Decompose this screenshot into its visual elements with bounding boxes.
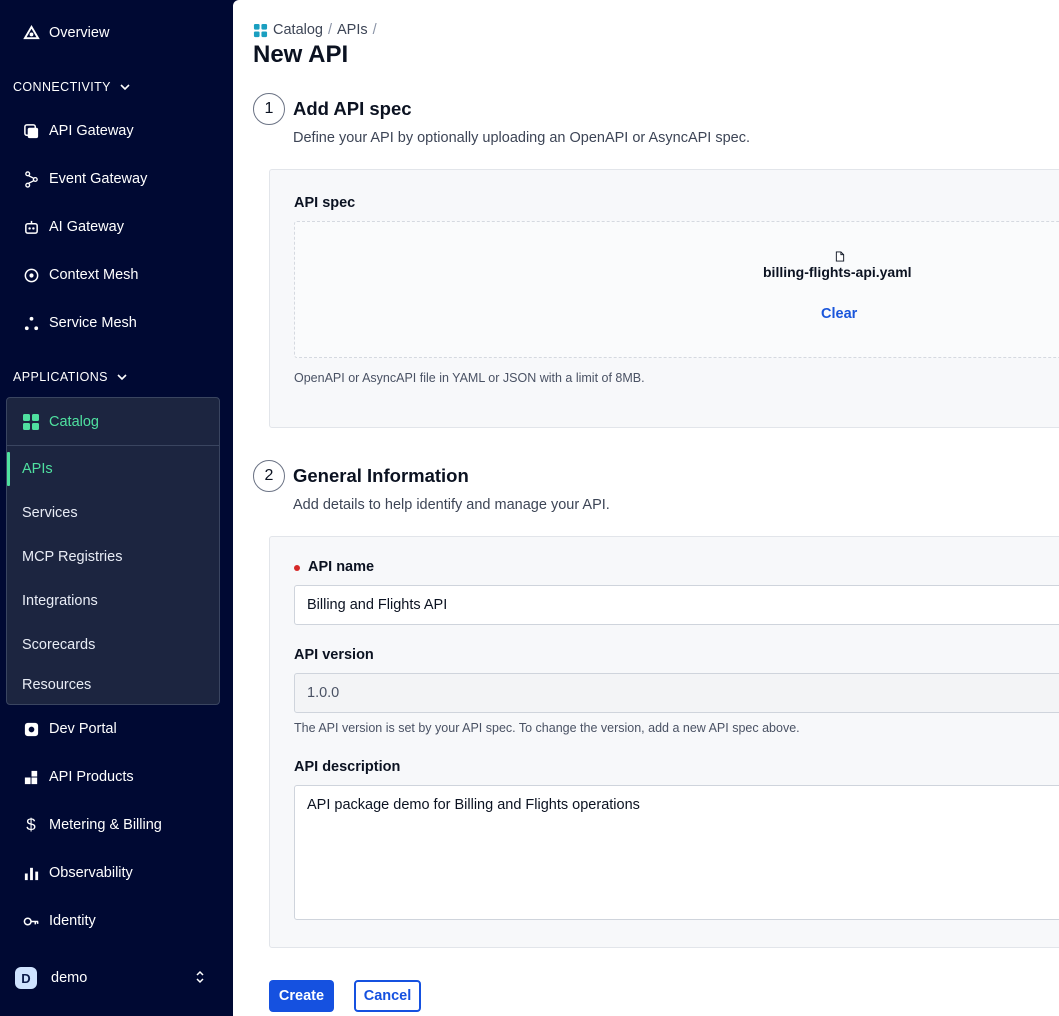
nav-item-api-products[interactable]: API Products [0, 753, 220, 801]
field-label: API name [308, 559, 375, 575]
page-title: New API [253, 41, 349, 68]
file-dropzone[interactable]: billing-flights-api.yaml Clear [294, 221, 1059, 358]
api-gateway-icon [22, 122, 40, 140]
avatar: D [15, 967, 37, 989]
step-number: 1 [253, 93, 285, 125]
catalog-icon [253, 23, 268, 37]
field-label: API version [294, 647, 374, 663]
help-text: OpenAPI or AsyncAPI file in YAML or JSON… [294, 371, 645, 385]
event-gateway-icon [22, 170, 40, 188]
nav-item-metering-billing[interactable]: $ Metering & Billing [0, 801, 220, 849]
sidebar: Overview CONNECTIVITY API Gateway Event … [0, 0, 233, 1016]
catalog-group: Catalog APIs Services MCP Registries Int… [6, 397, 220, 705]
create-button[interactable]: Create [269, 980, 334, 1012]
nav-label: Overview [49, 25, 110, 41]
nav-label: Identity [49, 913, 96, 929]
nav-item-event-gateway[interactable]: Event Gateway [0, 155, 220, 203]
breadcrumb-separator: / [327, 22, 333, 38]
sidebar-item-mcp-registries[interactable]: MCP Registries [7, 535, 219, 579]
api-name-input[interactable]: Billing and Flights API [294, 585, 1059, 625]
api-version-input: 1.0.0 [294, 673, 1059, 713]
step-number: 2 [253, 460, 285, 492]
step-title: Add API spec [293, 98, 412, 119]
chevron-up-down-icon [196, 970, 204, 984]
section-label: CONNECTIVITY [13, 80, 111, 94]
general-info-card: API name Billing and Flights API API ver… [269, 536, 1059, 948]
step-description: Define your API by optionally uploading … [293, 130, 751, 146]
bar-chart-icon [22, 864, 40, 882]
context-mesh-icon [22, 266, 40, 284]
sidebar-item-services[interactable]: Services [7, 491, 219, 535]
nav-label: API Products [49, 769, 134, 785]
main-content: Catalog / APIs / New API 1 Add API spec … [233, 0, 1059, 1016]
nav-item-overview[interactable]: Overview [0, 9, 220, 57]
section-applications-toggle[interactable]: APPLICATIONS [13, 370, 128, 384]
api-spec-card: API spec billing-flights-api.yaml Clear … [269, 169, 1059, 428]
nav-label: Context Mesh [49, 267, 139, 283]
section-connectivity-toggle[interactable]: CONNECTIVITY [13, 80, 131, 94]
chevron-down-icon [117, 374, 127, 381]
dev-portal-icon [22, 720, 40, 738]
dollar-icon: $ [26, 815, 36, 834]
section-label: APPLICATIONS [13, 370, 108, 384]
file-name: billing-flights-api.yaml [763, 264, 912, 280]
user-name: demo [51, 970, 88, 986]
nav-item-context-mesh[interactable]: Context Mesh [0, 251, 220, 299]
nav-item-service-mesh[interactable]: Service Mesh [0, 299, 220, 347]
chevron-down-icon [120, 84, 130, 91]
nav-label: Metering & Billing [49, 817, 162, 833]
required-indicator [294, 565, 300, 571]
field-label: API spec [294, 195, 356, 211]
field-label: API description [294, 759, 401, 775]
breadcrumb: Catalog / APIs / [253, 22, 382, 38]
nav-item-observability[interactable]: Observability [0, 849, 220, 897]
sidebar-item-scorecards[interactable]: Scorecards [7, 623, 219, 667]
ai-gateway-icon [22, 218, 40, 236]
cancel-button[interactable]: Cancel [354, 980, 421, 1012]
sidebar-item-resources[interactable]: Resources [7, 663, 219, 707]
clear-button[interactable]: Clear [821, 306, 857, 322]
nav-label: Observability [49, 865, 133, 881]
nav-item-dev-portal[interactable]: Dev Portal [0, 705, 220, 753]
nav-label: Event Gateway [49, 171, 148, 187]
nav-item-ai-gateway[interactable]: AI Gateway [0, 203, 220, 251]
breadcrumb-catalog-link[interactable]: Catalog [273, 22, 323, 38]
nav-label: API Gateway [49, 123, 134, 139]
help-text: The API version is set by your API spec.… [294, 721, 800, 735]
breadcrumb-apis-link[interactable]: APIs [337, 22, 368, 38]
api-products-icon [22, 768, 40, 786]
nav-item-identity[interactable]: Identity [0, 897, 220, 945]
nav-label: AI Gateway [49, 219, 124, 235]
nav-label: Catalog [49, 413, 99, 430]
key-icon [22, 912, 40, 930]
nav-item-catalog[interactable]: Catalog [7, 398, 219, 446]
user-menu[interactable]: D demo [15, 966, 215, 990]
breadcrumb-separator: / [372, 22, 377, 38]
overview-icon [22, 24, 40, 42]
sidebar-item-integrations[interactable]: Integrations [7, 579, 219, 623]
step-title: General Information [293, 465, 469, 486]
nav-item-api-gateway[interactable]: API Gateway [0, 107, 220, 155]
step-description: Add details to help identify and manage … [293, 497, 610, 513]
sidebar-item-apis[interactable]: APIs [7, 447, 219, 491]
api-description-textarea[interactable]: API package demo for Billing and Flights… [294, 785, 1059, 920]
service-mesh-icon [22, 314, 40, 332]
nav-label: Dev Portal [49, 721, 117, 737]
file-icon [835, 251, 845, 262]
catalog-icon [22, 413, 40, 431]
nav-label: Service Mesh [49, 315, 137, 331]
